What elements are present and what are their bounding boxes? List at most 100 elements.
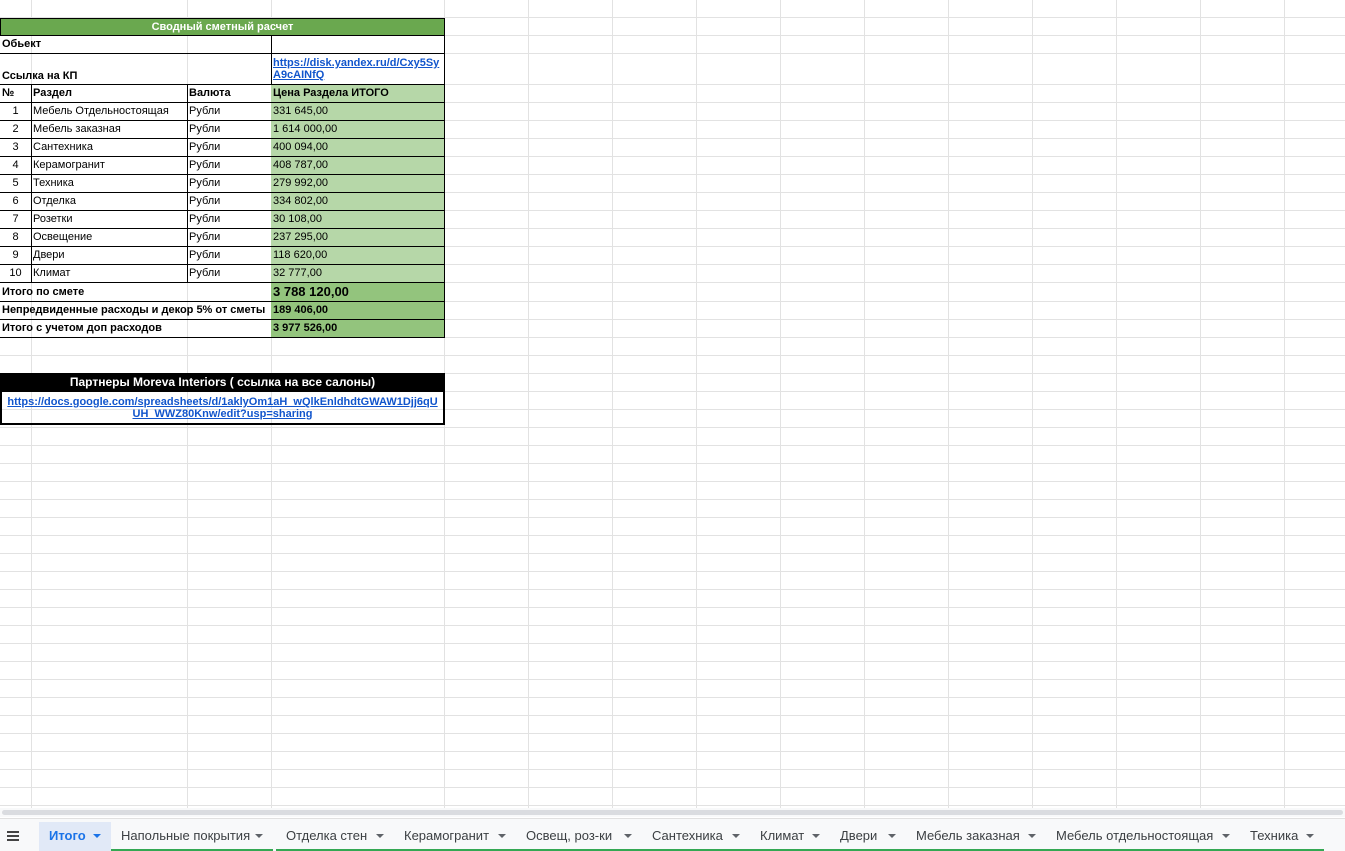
row-currency: Рубли	[187, 139, 272, 157]
chevron-down-icon[interactable]	[255, 834, 263, 838]
row-price: 1 614 000,00	[271, 121, 445, 139]
row-section: Двери	[31, 247, 188, 265]
chevron-down-icon[interactable]	[376, 834, 384, 838]
partners-link[interactable]: https://docs.google.com/spreadsheets/d/1…	[7, 396, 437, 420]
grid-row-line	[0, 607, 1345, 608]
sheet-tab[interactable]: Мебель заказная	[906, 822, 1046, 851]
row-section: Техника	[31, 175, 188, 193]
row-num: 9	[0, 247, 32, 265]
chevron-down-icon[interactable]	[498, 834, 506, 838]
grid-column-line	[1116, 0, 1117, 808]
kp-link-cell: https://disk.yandex.ru/d/Cxy5SyA9cAINfQ	[271, 54, 445, 85]
grand-total-value: 3 977 526,00	[271, 320, 445, 338]
grid-row-line	[0, 643, 1345, 644]
partners-link-cell: https://docs.google.com/spreadsheets/d/1…	[0, 392, 445, 425]
sheet-tab[interactable]: Климат	[750, 822, 830, 851]
row-num: 2	[0, 121, 32, 139]
grid-column-line	[612, 0, 613, 808]
all-sheets-menu-icon[interactable]	[4, 826, 24, 846]
header-currency: Валюта	[187, 85, 272, 103]
sheet-tab[interactable]: Итого	[39, 822, 111, 851]
sheet-tab[interactable]: Отделка стен	[276, 822, 394, 851]
row-num: 8	[0, 229, 32, 247]
grid-row-line	[0, 733, 1345, 734]
row-currency: Рубли	[187, 265, 272, 283]
grid-column-line	[1200, 0, 1201, 808]
grid-row-line	[0, 679, 1345, 680]
row-currency: Рубли	[187, 103, 272, 121]
row-price: 408 787,00	[271, 157, 445, 175]
object-value[interactable]	[271, 36, 445, 54]
grid-row-line	[0, 553, 1345, 554]
row-section: Керамогранит	[31, 157, 188, 175]
grid-row-line	[0, 517, 1345, 518]
row-section: Мебель Отдельностоящая	[31, 103, 188, 121]
row-section: Розетки	[31, 211, 188, 229]
grid-column-line	[1032, 0, 1033, 808]
grid-column-line	[864, 0, 865, 808]
sheet-tab[interactable]: Освещ, роз-ки	[516, 822, 642, 851]
row-num: 7	[0, 211, 32, 229]
row-section: Климат	[31, 265, 188, 283]
sheet-tab-label: Климат	[760, 828, 805, 843]
grid-row-line	[0, 661, 1345, 662]
grid-row-line	[0, 481, 1345, 482]
total-value: 3 788 120,00	[271, 283, 445, 302]
sheet-tab[interactable]: Техника	[1240, 822, 1324, 851]
sheet-tab-label: Напольные покрытия	[121, 828, 251, 843]
row-price: 400 094,00	[271, 139, 445, 157]
header-num: №	[0, 85, 32, 103]
chevron-down-icon[interactable]	[1222, 834, 1230, 838]
chevron-down-icon[interactable]	[93, 834, 101, 838]
sheet-tab-bar: Итого Напольные покрытия Отделка стен Керам…	[0, 818, 1345, 851]
row-currency: Рубли	[187, 247, 272, 265]
grid-column-line	[528, 0, 529, 808]
grid-column-line	[1284, 0, 1285, 808]
grid-row-line	[0, 355, 1345, 356]
horizontal-scrollbar[interactable]	[0, 808, 1345, 817]
grid-row-line	[0, 787, 1345, 788]
row-currency: Рубли	[187, 157, 272, 175]
header-price: Цена Раздела ИТОГО	[271, 85, 445, 103]
grid-row-line	[0, 751, 1345, 752]
row-section: Мебель заказная	[31, 121, 188, 139]
grid-row-line	[0, 589, 1345, 590]
sheet-tab-label: Сантехника	[652, 828, 723, 843]
row-num: 3	[0, 139, 32, 157]
chevron-down-icon[interactable]	[1028, 834, 1036, 838]
sheet-tab[interactable]: Керамогранит	[394, 822, 516, 851]
row-price: 32 777,00	[271, 265, 445, 283]
grid-row-line	[0, 427, 1345, 428]
row-price: 279 992,00	[271, 175, 445, 193]
row-section: Освещение	[31, 229, 188, 247]
row-num: 4	[0, 157, 32, 175]
sheet-tab[interactable]: Двери	[830, 822, 906, 851]
sheet-tab[interactable]: Мебель отдельностоящая	[1046, 822, 1240, 851]
row-price: 118 620,00	[271, 247, 445, 265]
header-section: Раздел	[31, 85, 188, 103]
kp-label: Ссылка на КП	[0, 54, 272, 85]
sheet-tab[interactable]: Сантехника	[642, 822, 750, 851]
sheet-tab-label: Мебель заказная	[916, 828, 1020, 843]
chevron-down-icon[interactable]	[888, 834, 896, 838]
row-num: 6	[0, 193, 32, 211]
row-num: 5	[0, 175, 32, 193]
grid-column-line	[948, 0, 949, 808]
sheet-tab[interactable]: Напольные покрытия	[111, 822, 273, 851]
kp-link[interactable]: https://disk.yandex.ru/d/Cxy5SyA9cAINfQ	[273, 57, 439, 81]
chevron-down-icon[interactable]	[812, 834, 820, 838]
chevron-down-icon[interactable]	[624, 834, 632, 838]
grid-row-line	[0, 499, 1345, 500]
chevron-down-icon[interactable]	[732, 834, 740, 838]
grid-row-line	[0, 715, 1345, 716]
sheet-tab-label: Керамогранит	[404, 828, 490, 843]
row-num: 10	[0, 265, 32, 283]
grid-row-line	[0, 535, 1345, 536]
sheet-tab-label: Итого	[49, 828, 86, 843]
sheet-tab-label: Освещ, роз-ки	[526, 828, 613, 843]
row-currency: Рубли	[187, 211, 272, 229]
grid-row-line	[0, 697, 1345, 698]
row-price: 331 645,00	[271, 103, 445, 121]
chevron-down-icon[interactable]	[1306, 834, 1314, 838]
scrollbar-thumb[interactable]	[2, 810, 1343, 815]
